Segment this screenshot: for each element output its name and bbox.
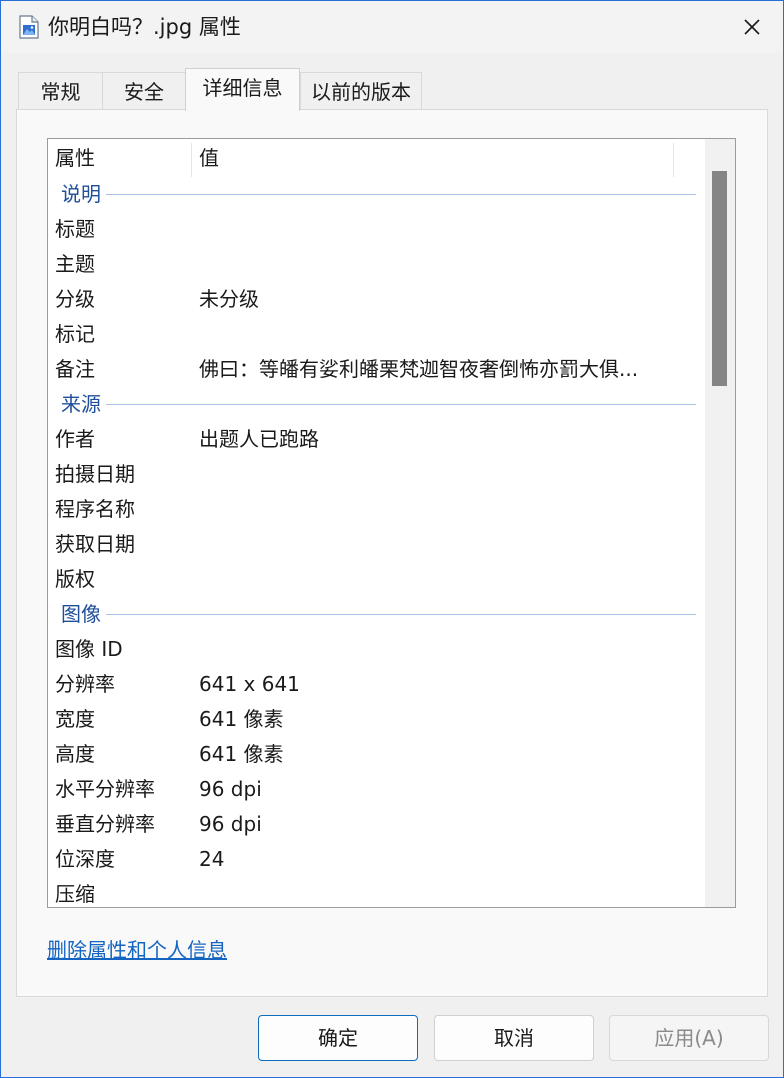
column-header-value[interactable]: 值	[199, 139, 219, 177]
table-row[interactable]: 作者 出题人已跑路	[48, 422, 704, 457]
column-header-property[interactable]: 属性	[55, 139, 95, 177]
property-value[interactable]: 出题人已跑路	[199, 422, 319, 457]
ok-button[interactable]: 确定	[258, 1015, 418, 1061]
property-name: 位深度	[55, 847, 115, 871]
table-row[interactable]: 分辨率 641 x 641	[48, 667, 704, 702]
tab-details[interactable]: 详细信息	[185, 68, 300, 111]
close-button[interactable]	[721, 1, 783, 53]
table-row[interactable]: 获取日期	[48, 527, 704, 562]
table-row[interactable]: 高度 641 像素	[48, 737, 704, 772]
property-value[interactable]: 24	[199, 842, 224, 877]
property-name: 作者	[55, 427, 95, 451]
property-name: 拍摄日期	[55, 462, 135, 486]
table-row[interactable]: 备注 佛曰：等皤有娑利皤栗梵迦智夜奢倒怖亦罰大俱...	[48, 352, 704, 387]
tab-previous-versions[interactable]: 以前的版本	[300, 72, 422, 110]
group-header: 说明	[48, 177, 704, 212]
table-row[interactable]: 垂直分辨率 96 dpi	[48, 807, 704, 842]
group-label: 来源	[61, 389, 103, 419]
property-name: 主题	[55, 252, 95, 276]
property-name: 分辨率	[55, 672, 115, 696]
property-name: 标题	[55, 217, 95, 241]
group-divider	[106, 404, 696, 405]
cancel-button[interactable]: 取消	[434, 1015, 594, 1061]
table-row[interactable]: 位深度 24	[48, 842, 704, 877]
property-name: 垂直分辨率	[55, 812, 155, 836]
column-divider[interactable]	[673, 143, 674, 177]
table-row[interactable]: 标记	[48, 317, 704, 352]
property-rows: 说明 标题 主题 分级 未分级 标记 备注 佛曰：等皤有娑利皤栗梵迦智夜奢倒怖亦罰大…	[48, 177, 704, 907]
property-name: 水平分辨率	[55, 777, 155, 801]
window-title: 你明白吗？.jpg 属性	[48, 15, 241, 39]
property-name: 高度	[55, 742, 95, 766]
table-row[interactable]: 版权	[48, 562, 704, 597]
vertical-scrollbar[interactable]	[705, 139, 735, 907]
scroll-thumb[interactable]	[712, 171, 727, 386]
property-value[interactable]: 未分级	[199, 282, 259, 317]
property-value[interactable]: 96 dpi	[199, 772, 262, 807]
property-name: 获取日期	[55, 532, 135, 556]
property-name: 宽度	[55, 707, 95, 731]
table-row[interactable]: 宽度 641 像素	[48, 702, 704, 737]
property-name: 图像 ID	[55, 637, 123, 661]
property-name: 备注	[55, 357, 95, 381]
details-panel: 属性 值 说明 标题 主题 分级 未分级 标记 备注 佛曰：等皤有娑利皤栗梵迦智夜奢…	[16, 109, 768, 997]
property-list[interactable]: 属性 值 说明 标题 主题 分级 未分级 标记 备注 佛曰：等皤有娑利皤栗梵迦智夜奢…	[47, 138, 736, 908]
list-header: 属性 值	[48, 139, 704, 177]
properties-dialog: 你明白吗？.jpg 属性 常规 安全 详细信息 以前的版本 属性 值 说明 标题…	[0, 0, 784, 1078]
table-row[interactable]: 压缩	[48, 877, 704, 907]
property-value[interactable]: 96 dpi	[199, 807, 262, 842]
group-label: 图像	[61, 599, 103, 629]
table-row[interactable]: 分级 未分级	[48, 282, 704, 317]
group-label: 说明	[61, 179, 103, 209]
property-value[interactable]: 641 像素	[199, 737, 284, 772]
group-header: 来源	[48, 387, 704, 422]
group-divider	[106, 614, 696, 615]
property-name: 标记	[55, 322, 95, 346]
property-name: 版权	[55, 567, 95, 591]
property-value[interactable]: 佛曰：等皤有娑利皤栗梵迦智夜奢倒怖亦罰大俱...	[199, 352, 638, 387]
title-bar[interactable]: 你明白吗？.jpg 属性	[1, 1, 783, 53]
table-row[interactable]: 拍摄日期	[48, 457, 704, 492]
property-name: 分级	[55, 287, 95, 311]
table-row[interactable]: 水平分辨率 96 dpi	[48, 772, 704, 807]
table-row[interactable]: 主题	[48, 247, 704, 282]
property-value[interactable]: 641 像素	[199, 702, 284, 737]
table-row[interactable]: 图像 ID	[48, 632, 704, 667]
apply-button[interactable]: 应用(A)	[609, 1015, 769, 1061]
table-row[interactable]: 标题	[48, 212, 704, 247]
group-divider	[106, 194, 696, 195]
property-name: 压缩	[55, 882, 95, 906]
image-file-icon	[19, 15, 39, 39]
column-divider[interactable]	[191, 143, 192, 177]
group-header: 图像	[48, 597, 704, 632]
property-name: 程序名称	[55, 497, 135, 521]
close-icon	[744, 19, 760, 35]
tab-general[interactable]: 常规	[18, 72, 103, 110]
table-row[interactable]: 程序名称	[48, 492, 704, 527]
remove-properties-link[interactable]: 删除属性和个人信息	[47, 934, 227, 963]
tab-security[interactable]: 安全	[102, 72, 186, 110]
property-value[interactable]: 641 x 641	[199, 667, 300, 702]
